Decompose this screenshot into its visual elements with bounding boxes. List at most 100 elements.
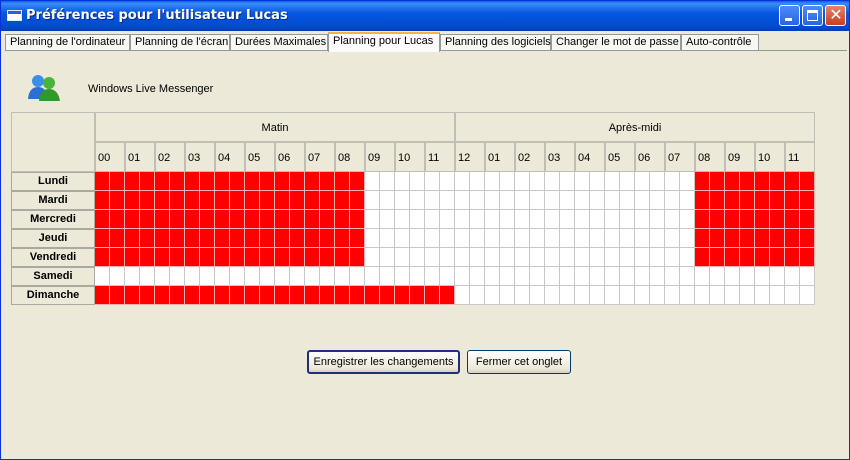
allowed-slot[interactable] — [500, 191, 515, 210]
allowed-slot[interactable] — [725, 286, 740, 305]
allowed-slot[interactable] — [515, 172, 530, 191]
allowed-slot[interactable] — [365, 248, 380, 267]
blocked-slot[interactable] — [185, 248, 200, 267]
tab-durees-maximales[interactable]: Durées Maximales — [230, 34, 328, 51]
allowed-slot[interactable] — [155, 267, 170, 286]
allowed-slot[interactable] — [710, 286, 725, 305]
blocked-slot[interactable] — [725, 210, 740, 229]
allowed-slot[interactable] — [680, 229, 695, 248]
allowed-slot[interactable] — [575, 267, 590, 286]
allowed-slot[interactable] — [575, 248, 590, 267]
allowed-slot[interactable] — [620, 191, 635, 210]
blocked-slot[interactable] — [125, 248, 140, 267]
blocked-slot[interactable] — [800, 248, 815, 267]
allowed-slot[interactable] — [455, 267, 470, 286]
blocked-slot[interactable] — [320, 248, 335, 267]
allowed-slot[interactable] — [485, 172, 500, 191]
allowed-slot[interactable] — [110, 267, 125, 286]
blocked-slot[interactable] — [275, 191, 290, 210]
allowed-slot[interactable] — [650, 191, 665, 210]
allowed-slot[interactable] — [620, 210, 635, 229]
blocked-slot[interactable] — [140, 172, 155, 191]
allowed-slot[interactable] — [380, 248, 395, 267]
allowed-slot[interactable] — [545, 267, 560, 286]
allowed-slot[interactable] — [680, 172, 695, 191]
blocked-slot[interactable] — [215, 229, 230, 248]
blocked-slot[interactable] — [170, 248, 185, 267]
blocked-slot[interactable] — [740, 172, 755, 191]
allowed-slot[interactable] — [635, 286, 650, 305]
blocked-slot[interactable] — [725, 229, 740, 248]
allowed-slot[interactable] — [380, 267, 395, 286]
blocked-slot[interactable] — [335, 172, 350, 191]
blocked-slot[interactable] — [335, 229, 350, 248]
allowed-slot[interactable] — [200, 267, 215, 286]
blocked-slot[interactable] — [710, 248, 725, 267]
blocked-slot[interactable] — [155, 229, 170, 248]
allowed-slot[interactable] — [515, 210, 530, 229]
blocked-slot[interactable] — [785, 172, 800, 191]
allowed-slot[interactable] — [665, 210, 680, 229]
allowed-slot[interactable] — [410, 210, 425, 229]
blocked-slot[interactable] — [710, 191, 725, 210]
blocked-slot[interactable] — [125, 172, 140, 191]
blocked-slot[interactable] — [290, 191, 305, 210]
allowed-slot[interactable] — [545, 229, 560, 248]
blocked-slot[interactable] — [695, 191, 710, 210]
allowed-slot[interactable] — [515, 286, 530, 305]
allowed-slot[interactable] — [605, 248, 620, 267]
allowed-slot[interactable] — [485, 248, 500, 267]
allowed-slot[interactable] — [530, 248, 545, 267]
blocked-slot[interactable] — [320, 286, 335, 305]
allowed-slot[interactable] — [500, 267, 515, 286]
blocked-slot[interactable] — [740, 248, 755, 267]
blocked-slot[interactable] — [320, 210, 335, 229]
allowed-slot[interactable] — [470, 267, 485, 286]
allowed-slot[interactable] — [650, 229, 665, 248]
allowed-slot[interactable] — [260, 267, 275, 286]
allowed-slot[interactable] — [620, 229, 635, 248]
blocked-slot[interactable] — [215, 210, 230, 229]
allowed-slot[interactable] — [395, 172, 410, 191]
blocked-slot[interactable] — [110, 172, 125, 191]
allowed-slot[interactable] — [635, 172, 650, 191]
allowed-slot[interactable] — [800, 267, 815, 286]
allowed-slot[interactable] — [470, 248, 485, 267]
blocked-slot[interactable] — [110, 229, 125, 248]
blocked-slot[interactable] — [800, 172, 815, 191]
allowed-slot[interactable] — [425, 191, 440, 210]
blocked-slot[interactable] — [320, 172, 335, 191]
close-button[interactable]: ✕ — [825, 5, 846, 26]
allowed-slot[interactable] — [485, 229, 500, 248]
blocked-slot[interactable] — [110, 286, 125, 305]
allowed-slot[interactable] — [755, 267, 770, 286]
blocked-slot[interactable] — [125, 229, 140, 248]
blocked-slot[interactable] — [200, 210, 215, 229]
allowed-slot[interactable] — [560, 248, 575, 267]
allowed-slot[interactable] — [515, 229, 530, 248]
blocked-slot[interactable] — [290, 229, 305, 248]
blocked-slot[interactable] — [320, 191, 335, 210]
blocked-slot[interactable] — [215, 248, 230, 267]
blocked-slot[interactable] — [755, 229, 770, 248]
allowed-slot[interactable] — [545, 248, 560, 267]
allowed-slot[interactable] — [410, 229, 425, 248]
blocked-slot[interactable] — [350, 248, 365, 267]
blocked-slot[interactable] — [695, 229, 710, 248]
allowed-slot[interactable] — [425, 172, 440, 191]
allowed-slot[interactable] — [560, 267, 575, 286]
allowed-slot[interactable] — [470, 172, 485, 191]
allowed-slot[interactable] — [365, 172, 380, 191]
blocked-slot[interactable] — [800, 210, 815, 229]
blocked-slot[interactable] — [140, 229, 155, 248]
allowed-slot[interactable] — [545, 286, 560, 305]
allowed-slot[interactable] — [575, 172, 590, 191]
allowed-slot[interactable] — [305, 267, 320, 286]
blocked-slot[interactable] — [170, 229, 185, 248]
allowed-slot[interactable] — [740, 286, 755, 305]
blocked-slot[interactable] — [290, 210, 305, 229]
allowed-slot[interactable] — [590, 210, 605, 229]
blocked-slot[interactable] — [140, 248, 155, 267]
allowed-slot[interactable] — [530, 191, 545, 210]
blocked-slot[interactable] — [305, 248, 320, 267]
